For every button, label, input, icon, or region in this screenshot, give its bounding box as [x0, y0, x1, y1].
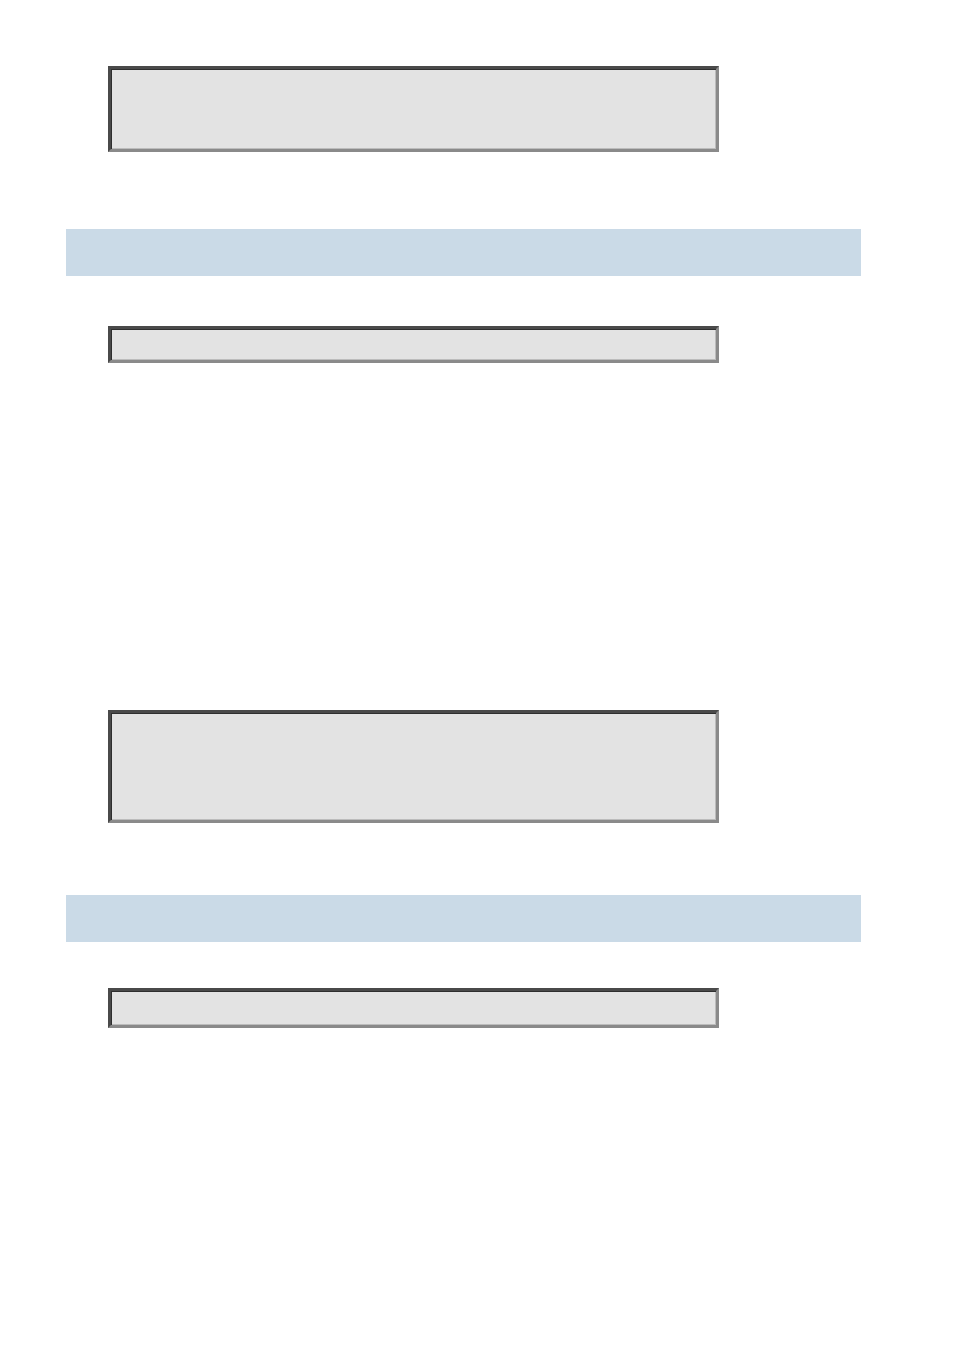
code-box-1	[108, 66, 719, 152]
code-box-2	[108, 326, 719, 363]
section-heading-bar-1	[66, 229, 861, 276]
document-page	[0, 0, 954, 1350]
code-box-3	[108, 710, 719, 823]
section-heading-bar-2	[66, 895, 861, 942]
code-box-4	[108, 988, 719, 1028]
